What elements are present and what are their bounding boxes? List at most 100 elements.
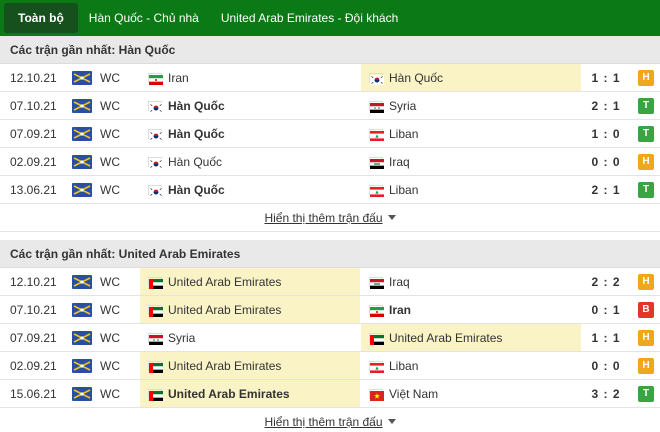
match-date: 12.10.21 [10, 70, 57, 85]
competition-icon [70, 268, 94, 295]
competition-label: WC [100, 182, 120, 197]
home-team[interactable]: United Arab Emirates [140, 352, 360, 379]
match-score[interactable]: 1 : 1 [584, 64, 628, 91]
result-cell: T [637, 380, 655, 407]
away-team[interactable]: Syria [361, 92, 581, 119]
away-team[interactable]: United Arab Emirates [361, 324, 581, 351]
competition-label: WC [100, 274, 120, 289]
competition-label: WC [100, 98, 120, 113]
home-team[interactable]: United Arab Emirates [140, 296, 360, 323]
home-team-name: United Arab Emirates [168, 274, 282, 289]
iq-flag-icon [369, 276, 384, 289]
section-title: Các trận gần nhất: Hàn Quốc [0, 36, 660, 64]
sy-flag-icon [369, 100, 384, 113]
away-team[interactable]: Hàn Quốc [361, 64, 581, 91]
match-row[interactable]: 07.10.21 WC Hàn Quốc Syria 2 : 1 T [0, 92, 660, 120]
away-team-name: Liban [389, 182, 419, 197]
match-score[interactable]: 2 : 1 [584, 92, 628, 119]
result-cell: H [637, 64, 655, 91]
away-team-name: Việt Nam [389, 386, 439, 401]
match-row[interactable]: 07.10.21 WC United Arab Emirates Iran 0 : 1 B [0, 296, 660, 324]
away-team-name: Iraq [389, 274, 410, 289]
home-team-name: Hàn Quốc [168, 154, 223, 169]
tab-bar: Toàn bộ Hàn Quốc - Chủ nhà United Arab E… [0, 0, 660, 36]
competition-label: WC [100, 154, 120, 169]
ae-flag-icon [148, 388, 163, 401]
lb-flag-icon [369, 360, 384, 373]
away-team[interactable]: Liban [361, 352, 581, 379]
show-more-row: Hiển thị thêm trận đấu [0, 204, 660, 232]
competition-icon [70, 324, 94, 351]
match-score[interactable]: 3 : 2 [584, 380, 628, 407]
tab-home-team[interactable]: Hàn Quốc - Chủ nhà [78, 3, 210, 33]
away-team[interactable]: Iran [361, 296, 581, 323]
away-team[interactable]: Việt Nam [361, 380, 581, 407]
away-team[interactable]: Liban [361, 120, 581, 147]
home-team-name: United Arab Emirates [168, 358, 282, 373]
away-team[interactable]: Iraq [361, 148, 581, 175]
section-title: Các trận gần nhất: United Arab Emirates [0, 240, 660, 268]
match-row[interactable]: 07.09.21 WC Hàn Quốc Liban 1 : 0 T [0, 120, 660, 148]
home-team[interactable]: United Arab Emirates [140, 268, 360, 295]
ae-flag-icon [148, 276, 163, 289]
away-team-name: Liban [389, 126, 419, 141]
away-team[interactable]: Iraq [361, 268, 581, 295]
home-team-name: Hàn Quốc [168, 182, 225, 197]
match-score[interactable]: 0 : 1 [584, 296, 628, 323]
kr-flag-icon [148, 100, 163, 113]
result-cell: T [637, 176, 655, 203]
match-date: 13.06.21 [10, 182, 57, 197]
match-date: 02.09.21 [10, 358, 57, 373]
show-more-link[interactable]: Hiển thị thêm trận đấu [264, 414, 396, 429]
match-row[interactable]: 12.10.21 WC Iran Hàn Quốc 1 : 1 H [0, 64, 660, 92]
match-list: 12.10.21 WC United Arab Emirates Iraq 2 : 2 H… [0, 268, 660, 408]
result-badge: H [638, 329, 654, 346]
away-team[interactable]: Liban [361, 176, 581, 203]
match-row[interactable]: 02.09.21 WC Hàn Quốc Iraq 0 : 0 H [0, 148, 660, 176]
competition-icon [70, 176, 94, 203]
show-more-link[interactable]: Hiển thị thêm trận đấu [264, 211, 396, 225]
result-badge: B [638, 301, 654, 318]
vn-flag-icon [369, 388, 384, 401]
match-score[interactable]: 1 : 0 [584, 120, 628, 147]
match-score[interactable]: 2 : 2 [584, 268, 628, 295]
section-away-recent: Các trận gần nhất: United Arab Emirates … [0, 240, 660, 432]
result-cell: T [637, 120, 655, 147]
away-team-name: United Arab Emirates [389, 330, 503, 345]
match-row[interactable]: 07.09.21 WC Syria United Arab Emirates 1 : 1… [0, 324, 660, 352]
result-cell: T [637, 92, 655, 119]
match-row[interactable]: 13.06.21 WC Hàn Quốc Liban 2 : 1 T [0, 176, 660, 204]
home-team[interactable]: United Arab Emirates [140, 380, 360, 407]
home-team[interactable]: Hàn Quốc [140, 92, 360, 119]
competition-icon [70, 352, 94, 379]
lb-flag-icon [369, 128, 384, 141]
match-score[interactable]: 1 : 1 [584, 324, 628, 351]
match-score[interactable]: 0 : 0 [584, 148, 628, 175]
ae-flag-icon [369, 332, 384, 345]
result-badge: H [638, 273, 654, 290]
home-team[interactable]: Hàn Quốc [140, 120, 360, 147]
home-team[interactable]: Hàn Quốc [140, 148, 360, 175]
home-team[interactable]: Syria [140, 324, 360, 351]
home-team-name: United Arab Emirates [168, 302, 282, 317]
competition-label: WC [100, 126, 120, 141]
home-team-name: Hàn Quốc [168, 126, 225, 141]
match-score[interactable]: 2 : 1 [584, 176, 628, 203]
match-date: 02.09.21 [10, 154, 57, 169]
kr-flag-icon [148, 156, 163, 169]
show-more-label: Hiển thị thêm trận đấu [264, 414, 383, 429]
result-badge: H [638, 357, 654, 374]
result-cell: H [637, 352, 655, 379]
home-team[interactable]: Iran [140, 64, 360, 91]
tab-away-team[interactable]: United Arab Emirates - Đội khách [210, 3, 409, 33]
tab-all[interactable]: Toàn bộ [4, 3, 78, 33]
match-row[interactable]: 02.09.21 WC United Arab Emirates Liban 0 : 0… [0, 352, 660, 380]
competition-label: WC [100, 302, 120, 317]
match-date: 12.10.21 [10, 274, 57, 289]
home-team[interactable]: Hàn Quốc [140, 176, 360, 203]
match-row[interactable]: 12.10.21 WC United Arab Emirates Iraq 2 : 2 H [0, 268, 660, 296]
match-row[interactable]: 15.06.21 WC United Arab Emirates Việt Nam 3 … [0, 380, 660, 408]
home-team-name: Iran [168, 70, 189, 85]
match-score[interactable]: 0 : 0 [584, 352, 628, 379]
kr-flag-icon [148, 184, 163, 197]
